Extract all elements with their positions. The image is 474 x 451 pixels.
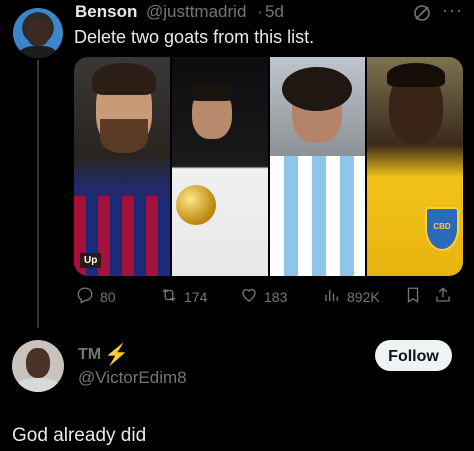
reply-author-handle[interactable]: @VictorEdim8 [78, 368, 187, 388]
grok-icon[interactable] [413, 4, 431, 27]
post-time[interactable]: 5d [265, 2, 284, 22]
reply-author-name[interactable]: TM [78, 346, 101, 364]
views-icon [323, 286, 341, 307]
author-handle[interactable]: @justtmadrid [146, 2, 246, 22]
cbd-crest: CBD [425, 207, 459, 251]
reply-avatar[interactable] [12, 340, 64, 392]
repost-icon [160, 286, 178, 307]
action-bar: 80 174 183 892K [74, 286, 463, 308]
like-icon [240, 286, 258, 307]
share-button[interactable] [434, 286, 452, 307]
views-button[interactable]: 892K [323, 286, 380, 307]
media-photo-3 [269, 57, 366, 276]
views-count: 892K [347, 288, 380, 305]
lightning-icon: ⚡ [104, 344, 129, 366]
bookmark-icon [404, 286, 422, 307]
more-icon[interactable]: ··· [442, 0, 463, 21]
media-photo-2 [171, 57, 268, 276]
media-photo-1: Up [74, 57, 170, 276]
reply-icon [76, 286, 94, 307]
repost-button[interactable]: 174 [160, 286, 207, 307]
repost-count: 174 [184, 288, 208, 305]
media-photo-4: CBD [367, 57, 463, 276]
reply-text: God already did [12, 425, 147, 446]
bookmark-button[interactable] [404, 286, 422, 307]
share-icon [434, 286, 452, 307]
author-name[interactable]: Benson [75, 2, 137, 22]
like-count: 183 [264, 288, 288, 305]
reply-count: 80 [100, 288, 116, 305]
post-text: Delete two goats from this list. [74, 27, 315, 47]
cbd-label: CBD [433, 222, 451, 231]
thread-line [37, 60, 39, 328]
like-button[interactable]: 183 [240, 286, 287, 307]
post-media[interactable]: Up CBD [74, 57, 463, 276]
reply-button[interactable]: 80 [76, 286, 116, 307]
separator-dot: · [257, 2, 263, 21]
media-badge: Up [80, 253, 102, 268]
follow-button[interactable]: Follow [375, 340, 452, 371]
avatar[interactable] [13, 8, 63, 58]
